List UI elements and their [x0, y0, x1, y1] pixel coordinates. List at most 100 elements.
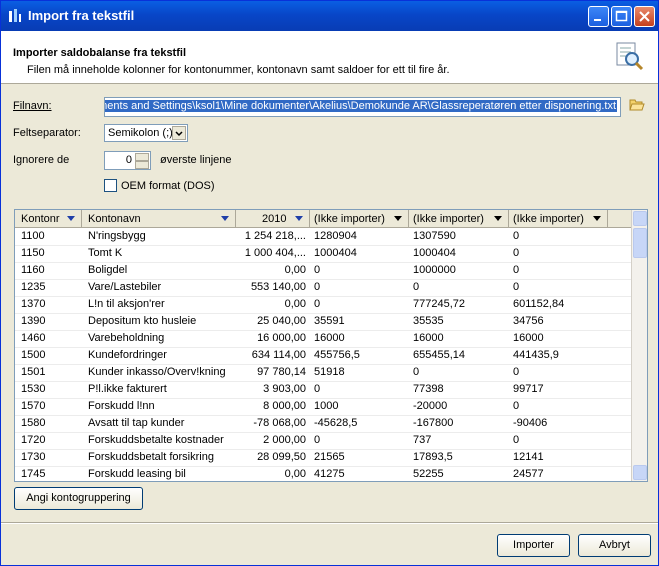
oem-label[interactable]: OEM format (DOS) [121, 180, 215, 192]
table-cell: 455756,5 [314, 349, 360, 361]
scroll-up-icon[interactable] [633, 211, 647, 226]
account-grouping-button[interactable]: Angi kontogruppering [14, 487, 143, 510]
oem-checkbox[interactable] [104, 179, 117, 192]
table-cell: 1000404 [413, 247, 456, 259]
table-cell: Forskuddsbetalt forsikring [88, 451, 214, 463]
table-cell: 1580 [21, 417, 46, 429]
table-cell: 1390 [21, 315, 46, 327]
chevron-down-icon[interactable] [295, 216, 303, 221]
table-cell: 0 [513, 400, 520, 412]
table-cell: 1000 [314, 400, 339, 412]
close-button[interactable] [634, 6, 655, 27]
table-cell: 601152,84 [513, 298, 565, 310]
table-row[interactable]: 1500 Kundefordringer 634 114,00 455756,5 655… [15, 347, 631, 365]
table-row[interactable]: 1501 Kunder inkasso/Overv!kning 97 780,14 5… [15, 364, 631, 382]
table-cell: 0 [314, 281, 321, 293]
spin-up-icon[interactable] [135, 153, 149, 161]
table-cell: 1460 [21, 332, 46, 344]
chevron-down-icon[interactable] [494, 216, 502, 221]
table-cell: 1500 [21, 349, 46, 361]
import-button[interactable]: Importer [497, 534, 570, 557]
table-cell: 99717 [513, 383, 544, 395]
ignore-lines-stepper[interactable]: 0 [104, 151, 151, 170]
table-cell: 1307590 [413, 230, 456, 242]
table-cell: P!l.ikke fakturert [88, 383, 167, 395]
table-cell: 737 [413, 434, 432, 446]
table-row[interactable]: 1370 L!n til aksjon'rer 0,00 0 777245,72 6011… [15, 296, 631, 314]
chevron-down-icon[interactable] [394, 216, 402, 221]
table-cell: 8 000,00 [263, 400, 306, 412]
table-cell: 77398 [413, 383, 444, 395]
import-grid[interactable]: Kontonr Kontonavn 2010 (Ikke importer) (… [14, 209, 648, 482]
table-cell: 0 [513, 366, 520, 378]
table-cell: 2 000,00 [263, 434, 306, 446]
title-bar[interactable]: Import fra tekstfil [1, 1, 658, 31]
table-cell: 1530 [21, 383, 46, 395]
col-header-kontonavn[interactable]: Kontonavn [82, 210, 236, 227]
table-cell: Forskudd l!nn [88, 400, 155, 412]
table-cell: 777245,72 [413, 298, 465, 310]
maximize-button[interactable] [611, 6, 632, 27]
table-row[interactable]: 1730 Forskuddsbetalt forsikring 28 099,50 2… [15, 449, 631, 467]
scroll-thumb[interactable] [633, 228, 647, 258]
table-row[interactable]: 1460 Varebeholdning 16 000,00 16000 16000 160… [15, 330, 631, 348]
table-cell: 16 000,00 [257, 332, 306, 344]
table-row[interactable]: 1720 Forskuddsbetalte kostnader 2 000,00 0 7… [15, 432, 631, 450]
table-cell: -78 068,00 [253, 417, 306, 429]
chevron-down-icon[interactable] [172, 126, 186, 140]
table-cell: L!n til aksjon'rer [88, 298, 165, 310]
table-cell: 1000000 [413, 264, 456, 276]
table-row[interactable]: 1150 Tomt K 1 000 404,... 1000404 1000404 0 [15, 245, 631, 263]
separator-select[interactable]: Semikolon (;) [104, 124, 188, 142]
table-row[interactable]: 1390 Depositum kto husleie 25 040,00 35591 3… [15, 313, 631, 331]
table-row[interactable]: 1530 P!l.ikke fakturert 3 903,00 0 77398 9971… [15, 381, 631, 399]
table-cell: 1235 [21, 281, 46, 293]
minimize-button[interactable] [588, 6, 609, 27]
table-cell: 1720 [21, 434, 46, 446]
table-cell: 12141 [513, 451, 544, 463]
table-cell: 16000 [314, 332, 345, 344]
vertical-scrollbar[interactable] [631, 210, 647, 481]
window-title: Import fra tekstfil [28, 8, 135, 23]
table-cell: 3 903,00 [263, 383, 306, 395]
table-cell: 1370 [21, 298, 46, 310]
cancel-button[interactable]: Avbryt [578, 534, 651, 557]
separator-label: Feltseparator: [13, 127, 81, 139]
table-cell: 0 [314, 383, 321, 395]
table-cell: 1730 [21, 451, 46, 463]
table-row[interactable]: 1160 Boligdel 0,00 0 1000000 0 [15, 262, 631, 280]
col-header-col4[interactable]: (Ikke importer) [310, 210, 409, 227]
table-cell: Kunder inkasso/Overv!kning [88, 366, 226, 378]
table-row[interactable]: 1580 Avsatt til tap kunder -78 068,00 -4562… [15, 415, 631, 433]
table-cell: 0 [513, 247, 520, 259]
chevron-down-icon[interactable] [67, 216, 75, 221]
filename-input[interactable]: ments and Settings\ksol1\Mine dokumenter… [104, 97, 621, 117]
table-cell: 0 [314, 298, 321, 310]
folder-open-icon[interactable] [629, 98, 645, 112]
ignore-lines-value: 0 [125, 154, 132, 166]
table-cell: 0 [513, 281, 520, 293]
col-header-col6[interactable]: (Ikke importer) [509, 210, 608, 227]
table-cell: 1100 [21, 230, 45, 242]
table-row[interactable]: 1570 Forskudd l!nn 8 000,00 1000 -20000 0 [15, 398, 631, 416]
table-cell: Varebeholdning [88, 332, 165, 344]
scroll-down-icon[interactable] [633, 465, 647, 480]
chevron-down-icon[interactable] [221, 216, 229, 221]
col-header-2010[interactable]: 2010 [236, 210, 310, 227]
table-cell: 0 [413, 366, 420, 378]
chevron-down-icon[interactable] [593, 216, 601, 221]
table-row[interactable]: 1235 Vare/Lastebiler 553 140,00 0 0 0 [15, 279, 631, 297]
spin-down-icon[interactable] [135, 161, 149, 169]
table-row[interactable]: 1100 N'ringsbygg 1 254 218,... 1280904 13075… [15, 228, 631, 246]
table-cell: 25 040,00 [257, 315, 306, 327]
table-cell: 1280904 [314, 230, 357, 242]
col-header-col5[interactable]: (Ikke importer) [409, 210, 509, 227]
table-cell: 634 114,00 [251, 349, 306, 361]
col-header-kontonr[interactable]: Kontonr [15, 210, 82, 227]
table-cell: 1501 [21, 366, 46, 378]
table-cell: 0 [513, 434, 520, 446]
ignore-label: Ignorere de [13, 154, 70, 166]
filename-value: ments and Settings\ksol1\Mine dokumenter… [105, 100, 617, 112]
table-cell: 0,00 [284, 298, 306, 310]
table-row[interactable]: 1745 Forskudd leasing bil 0,00 41275 52255 24… [15, 466, 631, 481]
